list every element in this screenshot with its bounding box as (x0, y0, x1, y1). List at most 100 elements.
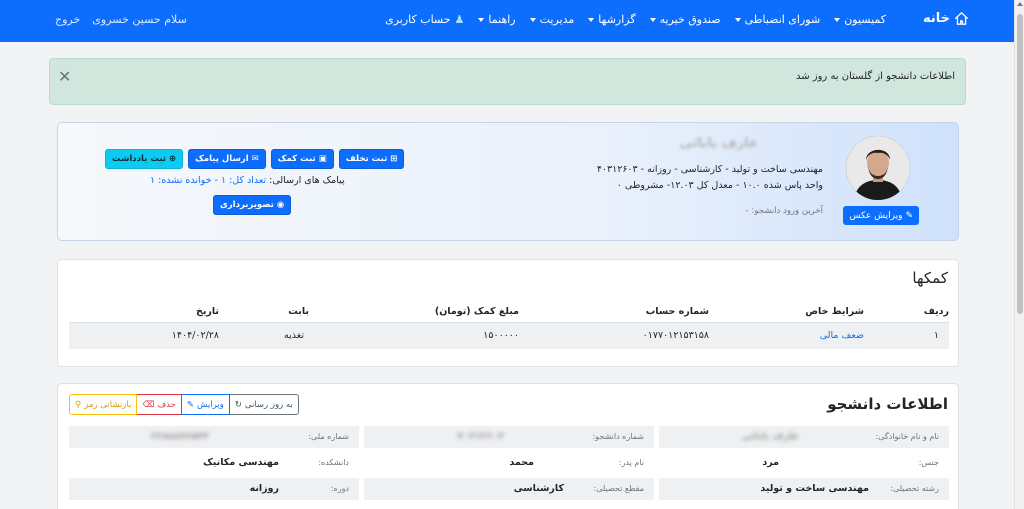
refresh-icon: ↻ (234, 399, 242, 410)
menu-label: راهنما (488, 13, 516, 26)
trash-icon: ⌫ (142, 399, 155, 410)
delete-button[interactable]: ⌫ حذف (137, 394, 182, 415)
key-icon: ⚲ (75, 399, 82, 410)
edit-button[interactable]: ✎ ویرایش (181, 394, 230, 415)
send-sms-button[interactable]: ✉ ارسال پیامک (188, 149, 266, 169)
field-value: کارشناسی (513, 483, 564, 494)
menu-charity-fund[interactable]: صندوق خیریه (649, 13, 721, 26)
page-scrollbar[interactable] (1014, 0, 1024, 509)
chevron-down-icon (588, 17, 595, 22)
info-actions: ⚲ بازنشانی رمز ⌫ حذف ✎ ویرایش ↻ به روز رسانی (69, 394, 299, 415)
student-name: عارف بابائی (679, 136, 758, 151)
sms-total-link[interactable]: تعداد کل: ۱ (221, 175, 266, 186)
sms-unread-link[interactable]: خوانده نشده: ۱ (150, 175, 211, 186)
screenshot-button[interactable]: ◉ تصویربرداری (213, 195, 292, 215)
home-icon (955, 12, 968, 25)
info-row: نام و نام خانوادگی: عارف بابائی شماره دا… (69, 426, 949, 452)
chevron-down-icon (834, 17, 841, 22)
menu-label: حساب کاربری (385, 13, 451, 26)
success-alert: اطلاعات دانشجو از گلستان به روز شد ✕ (49, 58, 966, 105)
logout-link[interactable]: خروج (55, 13, 80, 26)
field-fullname: نام و نام خانوادگی: عارف بابائی (659, 426, 949, 448)
scroll-up-icon[interactable] (1017, 2, 1023, 6)
field-label: جنس: (918, 458, 939, 467)
register-note-button[interactable]: ⊕ ثبت یادداشت (105, 149, 184, 169)
greeting: سلام حسین خسروی (92, 13, 187, 26)
wallet-icon: ▣ (318, 154, 327, 164)
user-icon: ♟ (454, 13, 465, 26)
register-violation-button[interactable]: ⊞ ثبت تخلف (338, 149, 405, 169)
column-header: بابت (288, 306, 309, 317)
field-student-number: شماره دانشجو: ۴۰۳۱۲۶۰۳ (364, 426, 654, 448)
cell-for: تغذیه (284, 330, 304, 341)
field-course: دوره: روزانه (69, 478, 359, 500)
menu-label: صندوق خیریه (659, 13, 721, 26)
edit-photo-button[interactable]: ✎ ویرایش عکس (843, 206, 919, 225)
field-value: محمد (509, 457, 534, 468)
info-row: رشته تحصیلی: مهندسی ساخت و تولید مقطع تح… (69, 478, 949, 504)
menu-label: شورای انضباطی (744, 13, 821, 26)
button-label: ثبت کمک (277, 154, 316, 164)
column-header: مبلغ کمک (تومان) (434, 306, 519, 317)
aids-card: کمکها ردیف شرایط خاص شماره حساب مبلغ کمک… (57, 259, 959, 367)
person-photo-icon (846, 136, 910, 200)
button-label: ثبت یادداشت (112, 154, 166, 164)
field-faculty: دانشکده: مهندسی مکانیک (69, 452, 359, 474)
cell-condition-link[interactable]: ضعف مالی (820, 330, 864, 341)
field-label: رشته تحصیلی: (890, 484, 939, 493)
menu-disciplinary[interactable]: شورای انضباطی (734, 13, 821, 26)
chevron-down-icon (478, 17, 485, 22)
refresh-button[interactable]: ↻ به روز رسانی (229, 394, 299, 415)
cell-date: ۱۴۰۴/۰۲/۲۸ (171, 330, 219, 341)
reset-password-button[interactable]: ⚲ بازنشانی رمز (69, 394, 138, 415)
column-header: ردیف (923, 306, 949, 317)
button-label: به روز رسانی (244, 399, 293, 410)
button-label: ویرایش عکس (849, 210, 903, 221)
column-header: تاریخ (195, 306, 219, 317)
field-label: دوره: (330, 484, 349, 493)
register-aid-button[interactable]: ▣ ثبت کمک (270, 149, 334, 169)
scrollbar-thumb[interactable] (1017, 14, 1023, 314)
button-label: ویرایش (197, 399, 224, 410)
menu-management[interactable]: مدیریت (529, 13, 575, 26)
main-menu: کمیسیون شورای انضباطی صندوق خیریه گزارشه… (385, 13, 886, 26)
menu-help[interactable]: راهنما (478, 13, 516, 26)
aids-table: ردیف شرایط خاص شماره حساب مبلغ کمک (توما… (69, 300, 949, 349)
sms-summary: پیامک های ارسالی: تعداد کل: ۱ - خوانده ن… (150, 175, 345, 186)
field-value: عارف بابائی (741, 431, 799, 442)
field-value: مهندسی مکانیک (203, 457, 279, 468)
menu-label: مدیریت (539, 13, 575, 26)
student-profile-card: ✎ ویرایش عکس عارف بابائی مهندسی ساخت و تو… (57, 122, 959, 241)
student-photo (846, 136, 910, 200)
table-header: ردیف شرایط خاص شماره حساب مبلغ کمک (توما… (69, 300, 949, 323)
aids-title: کمکها (912, 269, 948, 287)
chevron-down-icon (734, 17, 741, 22)
camera-icon: ◉ (276, 200, 285, 210)
close-icon[interactable]: ✕ (58, 67, 71, 86)
menu-account[interactable]: ♟ حساب کاربری (385, 13, 464, 26)
button-label: بازنشانی رمز (84, 399, 132, 410)
field-value: ۴۰۳۱۲۶۰۳ (457, 431, 504, 442)
pencil-icon: ✎ (186, 399, 195, 410)
pencil-icon: ✎ (905, 210, 913, 221)
menu-reports[interactable]: گزارشها (588, 13, 636, 26)
field-degree-level: مقطع تحصیلی: کارشناسی (364, 478, 654, 500)
button-label: ارسال پیامک (195, 154, 249, 164)
button-label: تصویربرداری (220, 200, 274, 210)
envelope-icon: ✉ (251, 154, 259, 164)
column-header: شماره حساب (645, 306, 709, 317)
student-info-card: اطلاعات دانشجو ⚲ بازنشانی رمز ⌫ حذف ✎ ویرای… (57, 383, 959, 509)
menu-commission[interactable]: کمیسیون (834, 13, 886, 26)
table-row: ۱ ضعف مالی ۰۱۷۷۰۱۲۱۵۳۱۵۸ ۱۵۰۰۰۰۰ تغذیه ۱… (69, 323, 949, 349)
field-label: شماره ملی: (308, 432, 349, 441)
field-label: نام و نام خانوادگی: (875, 432, 939, 441)
last-login: آخرین ورود دانشجو: - (745, 206, 823, 216)
info-grid: نام و نام خانوادگی: عارف بابائی شماره دا… (69, 426, 949, 504)
button-label: ثبت تخلف (345, 154, 388, 164)
plus-square-icon: ⊞ (390, 154, 398, 164)
field-major: رشته تحصیلی: مهندسی ساخت و تولید (659, 478, 949, 500)
profile-actions: ⊞ ثبت تخلف ▣ ثبت کمک ✉ ارسال پیامک ⊕ ثبت یاد… (105, 149, 405, 169)
menu-label: کمیسیون (844, 13, 886, 26)
home-link[interactable]: خانه (923, 11, 968, 26)
plus-circle-icon: ⊕ (169, 154, 177, 164)
